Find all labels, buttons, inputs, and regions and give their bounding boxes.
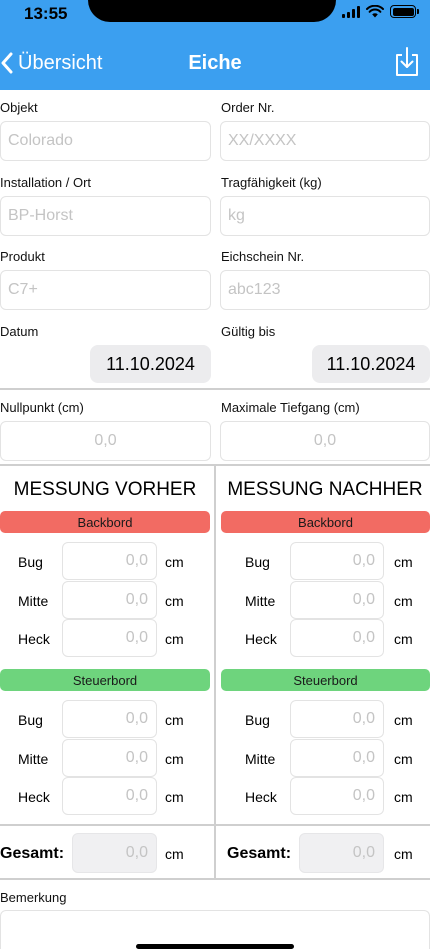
- order-nr-input[interactable]: XX/XXXX: [220, 121, 430, 161]
- nachher-gesamt-label: Gesamt:: [227, 845, 292, 862]
- unit-label: cm: [165, 712, 184, 728]
- unit-label: cm: [394, 631, 413, 647]
- messung-nachher-title: MESSUNG NACHHER: [227, 479, 423, 500]
- column-divider: [214, 826, 216, 878]
- vorher-steuerbord-mitte-input[interactable]: 0,0: [62, 739, 157, 777]
- vorher-backbord-bug-input[interactable]: 0,0: [62, 542, 157, 580]
- nachher-backbord-heck-label: Heck: [245, 631, 277, 647]
- eichschein-label: Eichschein Nr.: [221, 249, 305, 264]
- status-time: 13:55: [24, 4, 68, 23]
- datum-picker[interactable]: 11.10.2024: [90, 345, 211, 383]
- vorher-gesamt-label: Gesamt:: [0, 845, 65, 862]
- signal-icon: [342, 5, 360, 18]
- unit-label: cm: [165, 593, 184, 609]
- vorher-steuerbord-bug-label: Bug: [18, 712, 43, 728]
- unit-label: cm: [165, 789, 184, 805]
- gueltig-bis-picker[interactable]: 11.10.2024: [312, 345, 430, 383]
- nullpunkt-input[interactable]: 0,0: [0, 421, 211, 461]
- unit-label: cm: [165, 846, 184, 862]
- status-icons: [342, 5, 419, 18]
- unit-label: cm: [165, 554, 184, 570]
- vorher-backbord-heck-label: Heck: [18, 631, 50, 647]
- nachher-gesamt-value: 0,0: [299, 833, 384, 873]
- column-divider: [214, 466, 216, 824]
- nachher-steuerbord-header: Steuerbord: [221, 669, 430, 691]
- tragfaehigkeit-input[interactable]: kg: [220, 196, 430, 236]
- nachher-steuerbord-bug-input[interactable]: 0,0: [290, 700, 384, 738]
- vorher-backbord-header: Backbord: [0, 511, 210, 533]
- produkt-input[interactable]: C7+: [0, 270, 211, 310]
- nachher-steuerbord-heck-label: Heck: [245, 789, 277, 805]
- unit-label: cm: [394, 554, 413, 570]
- unit-label: cm: [165, 751, 184, 767]
- wifi-icon: [366, 5, 384, 18]
- messung-vorher-title: MESSUNG VORHER: [13, 479, 197, 500]
- nachher-backbord-mitte-input[interactable]: 0,0: [290, 581, 384, 619]
- vorher-backbord-heck-input[interactable]: 0,0: [62, 619, 157, 657]
- vorher-steuerbord-heck-label: Heck: [18, 789, 50, 805]
- nachher-backbord-bug-label: Bug: [245, 554, 270, 570]
- order-nr-label: Order Nr.: [221, 100, 275, 115]
- download-icon[interactable]: [394, 46, 420, 78]
- unit-label: cm: [165, 631, 184, 647]
- page-title: Eiche: [188, 52, 242, 74]
- unit-label: cm: [394, 846, 413, 862]
- nachher-steuerbord-heck-input[interactable]: 0,0: [290, 777, 384, 815]
- produkt-label: Produkt: [0, 249, 45, 264]
- vorher-steuerbord-bug-input[interactable]: 0,0: [62, 700, 157, 738]
- vorher-backbord-mitte-input[interactable]: 0,0: [62, 581, 157, 619]
- unit-label: cm: [394, 789, 413, 805]
- unit-label: cm: [394, 751, 413, 767]
- device-notch: [88, 0, 336, 22]
- vorher-steuerbord-heck-input[interactable]: 0,0: [62, 777, 157, 815]
- eichschein-input[interactable]: abc123: [220, 270, 430, 310]
- max-tiefgang-input[interactable]: 0,0: [220, 421, 430, 461]
- vorher-steuerbord-mitte-label: Mitte: [18, 751, 49, 767]
- nachher-steuerbord-mitte-input[interactable]: 0,0: [290, 739, 384, 777]
- datum-label: Datum: [0, 324, 39, 339]
- bemerkung-label: Bemerkung: [0, 890, 67, 905]
- max-tiefgang-label: Maximale Tiefgang (cm): [221, 400, 360, 415]
- nachher-backbord-header: Backbord: [221, 511, 430, 533]
- nachher-backbord-heck-input[interactable]: 0,0: [290, 619, 384, 657]
- divider: [0, 878, 430, 880]
- nachher-backbord-mitte-label: Mitte: [245, 593, 276, 609]
- unit-label: cm: [394, 712, 413, 728]
- battery-icon: [390, 5, 419, 18]
- nachher-backbord-bug-input[interactable]: 0,0: [290, 542, 384, 580]
- objekt-label: Objekt: [0, 100, 38, 115]
- home-indicator: [136, 944, 294, 949]
- nachher-steuerbord-bug-label: Bug: [245, 712, 270, 728]
- divider: [0, 388, 430, 390]
- gueltig-bis-label: Gültig bis: [221, 324, 276, 339]
- vorher-steuerbord-header: Steuerbord: [0, 669, 210, 691]
- tragfaehigkeit-label: Tragfähigkeit (kg): [221, 175, 322, 190]
- vorher-backbord-bug-label: Bug: [18, 554, 43, 570]
- nullpunkt-label: Nullpunkt (cm): [0, 400, 84, 415]
- installation-input[interactable]: BP-Horst: [0, 196, 211, 236]
- objekt-input[interactable]: Colorado: [0, 121, 211, 161]
- nav-bar: 13:55 Übersicht Eiche: [0, 0, 430, 90]
- installation-label: Installation / Ort: [0, 175, 92, 190]
- vorher-backbord-mitte-label: Mitte: [18, 593, 49, 609]
- unit-label: cm: [394, 593, 413, 609]
- vorher-gesamt-value: 0,0: [72, 833, 157, 873]
- nachher-steuerbord-mitte-label: Mitte: [245, 751, 276, 767]
